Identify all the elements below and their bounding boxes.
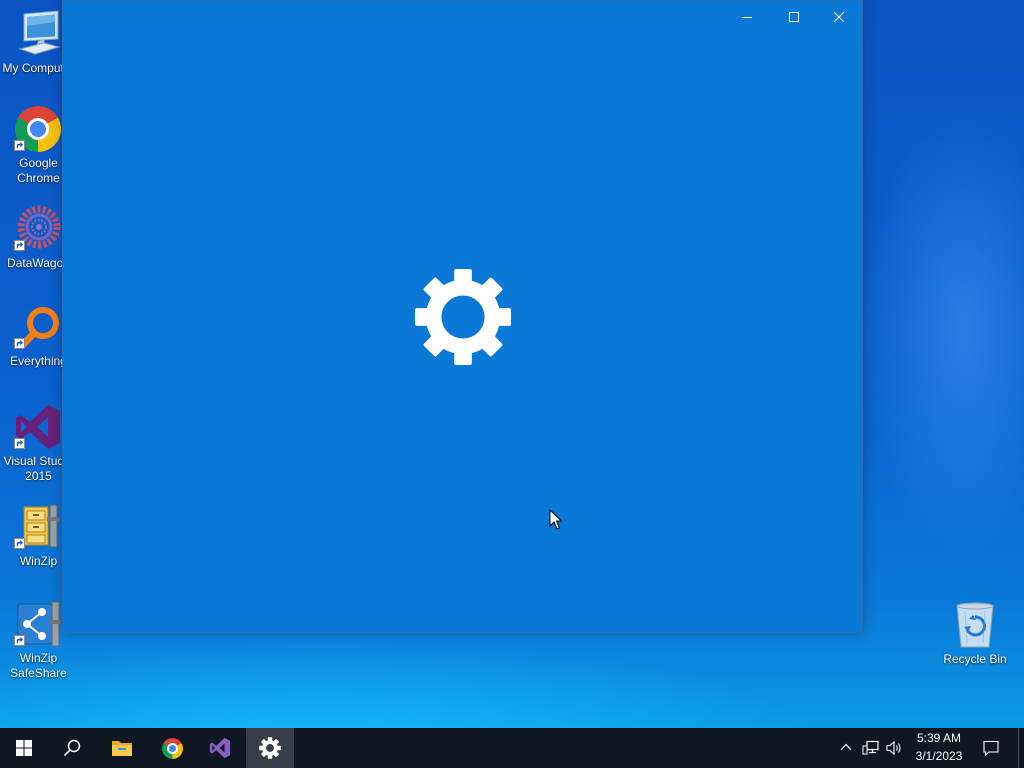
taskbar-settings[interactable] — [246, 728, 294, 768]
everything-icon — [14, 303, 62, 351]
chrome-icon — [14, 105, 62, 153]
network-icon — [862, 740, 879, 755]
network-button[interactable] — [860, 728, 882, 768]
minimize-icon — [742, 17, 752, 18]
shortcut-arrow-icon — [14, 240, 25, 251]
shortcut-arrow-icon — [14, 140, 25, 151]
settings-gear-icon — [259, 737, 281, 759]
desktop-icon-label: DataWagon — [7, 256, 70, 270]
desktop-icon-label: Chrome — [17, 171, 60, 185]
taskbar[interactable]: 5:39 AM 3/1/2023 — [0, 728, 1024, 768]
taskbar-chrome[interactable] — [148, 728, 196, 768]
action-center-button[interactable] — [968, 728, 1014, 768]
maximize-icon — [789, 12, 799, 22]
volume-icon — [886, 740, 901, 756]
chrome-icon — [162, 738, 183, 759]
datawagon-icon — [14, 205, 62, 253]
computer-icon — [14, 10, 62, 58]
shortcut-arrow-icon — [14, 338, 25, 349]
taskbar-file-explorer[interactable] — [98, 728, 146, 768]
desktop-icon-label: SafeShare — [10, 666, 67, 680]
file-explorer-icon — [112, 741, 132, 756]
visual-studio-icon — [14, 403, 62, 451]
desktop-icon-recycle-bin[interactable]: Recycle Bin — [937, 601, 1013, 683]
taskbar-visual-studio[interactable] — [196, 728, 244, 768]
shortcut-arrow-icon — [14, 635, 25, 646]
close-icon — [833, 11, 845, 23]
search-icon — [63, 739, 81, 757]
shortcut-arrow-icon — [14, 438, 25, 449]
maximize-button[interactable] — [771, 1, 817, 33]
volume-button[interactable] — [882, 728, 904, 768]
desktop-icon-label: Everything — [10, 354, 67, 368]
windows-start-icon — [16, 740, 32, 756]
action-center-icon — [983, 740, 999, 757]
close-button[interactable] — [816, 1, 862, 33]
gear-icon — [414, 268, 512, 366]
desktop-icon-label: Recycle Bin — [943, 652, 1007, 666]
winzip-icon — [14, 503, 62, 551]
mouse-cursor-icon — [549, 509, 562, 530]
chevron-up-icon — [840, 743, 852, 751]
desktop-icon-label: Google — [19, 156, 58, 170]
show-desktop-button[interactable] — [1018, 728, 1024, 768]
desktop-icon-label: WinZip — [19, 554, 58, 568]
taskbar-clock[interactable]: 5:39 AM 3/1/2023 — [904, 728, 974, 768]
show-hidden-icons-button[interactable] — [836, 728, 856, 768]
desktop-icon-label: WinZip — [19, 651, 58, 665]
shortcut-arrow-icon — [14, 538, 25, 549]
clock-time: 5:39 AM — [916, 731, 962, 745]
clock-date: 3/1/2023 — [915, 749, 963, 763]
minimize-button[interactable] — [724, 1, 770, 33]
settings-window[interactable] — [62, 0, 863, 633]
start-button[interactable] — [0, 728, 48, 768]
search-button[interactable] — [48, 728, 96, 768]
visual-studio-icon — [209, 737, 231, 759]
winzip-safeshare-icon — [14, 600, 62, 648]
desktop-icon-label: 2015 — [25, 469, 52, 483]
recycle-bin-icon — [951, 601, 999, 649]
